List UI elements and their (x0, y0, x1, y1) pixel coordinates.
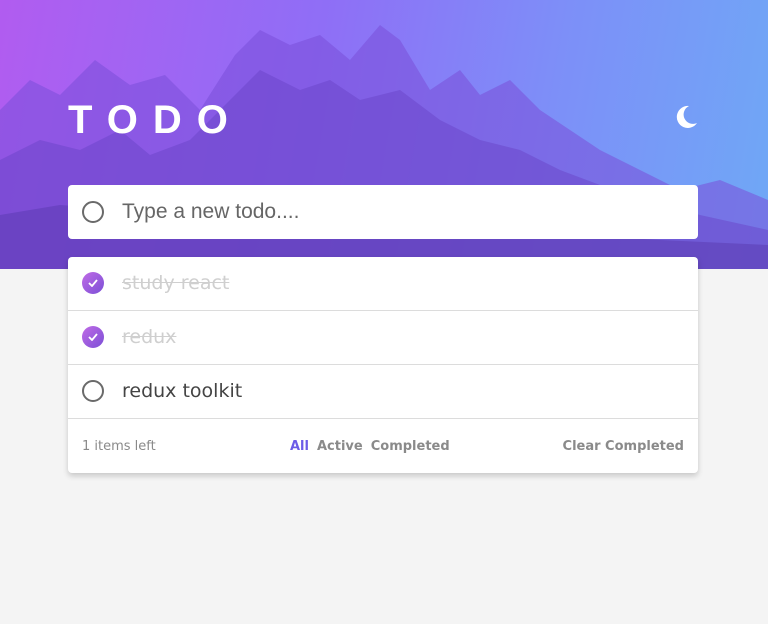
new-todo-input[interactable] (122, 195, 682, 229)
new-todo-circle-icon (82, 201, 104, 223)
clear-completed-button[interactable]: Clear Completed (563, 439, 684, 454)
todo-item[interactable]: redux toolkit (68, 365, 698, 419)
check-icon (88, 333, 98, 341)
moon-icon (676, 105, 697, 128)
todo-item[interactable]: redux (68, 311, 698, 365)
filter-completed[interactable]: Completed (371, 439, 450, 454)
todo-item[interactable]: study react (68, 257, 698, 311)
todo-footer: 1 items left All Active Completed Clear … (68, 419, 698, 473)
todo-item-label: redux toolkit (122, 380, 243, 402)
filter-active[interactable]: Active (317, 439, 363, 454)
items-left-count: 1 items left (82, 439, 156, 454)
theme-toggle-button[interactable] (672, 103, 700, 131)
page-title: TODO (68, 98, 243, 142)
todo-item-label: redux (122, 326, 177, 348)
filter-all[interactable]: All (290, 439, 309, 454)
todo-checkbox-unchecked[interactable] (82, 380, 104, 402)
todo-checkbox-checked[interactable] (82, 272, 104, 294)
todo-checkbox-checked[interactable] (82, 326, 104, 348)
check-icon (88, 279, 98, 287)
todo-list: study react redux redux toolkit 1 items … (68, 257, 698, 473)
filter-tabs: All Active Completed (290, 439, 450, 454)
new-todo-bar (68, 185, 698, 239)
todo-item-label: study react (122, 272, 230, 294)
